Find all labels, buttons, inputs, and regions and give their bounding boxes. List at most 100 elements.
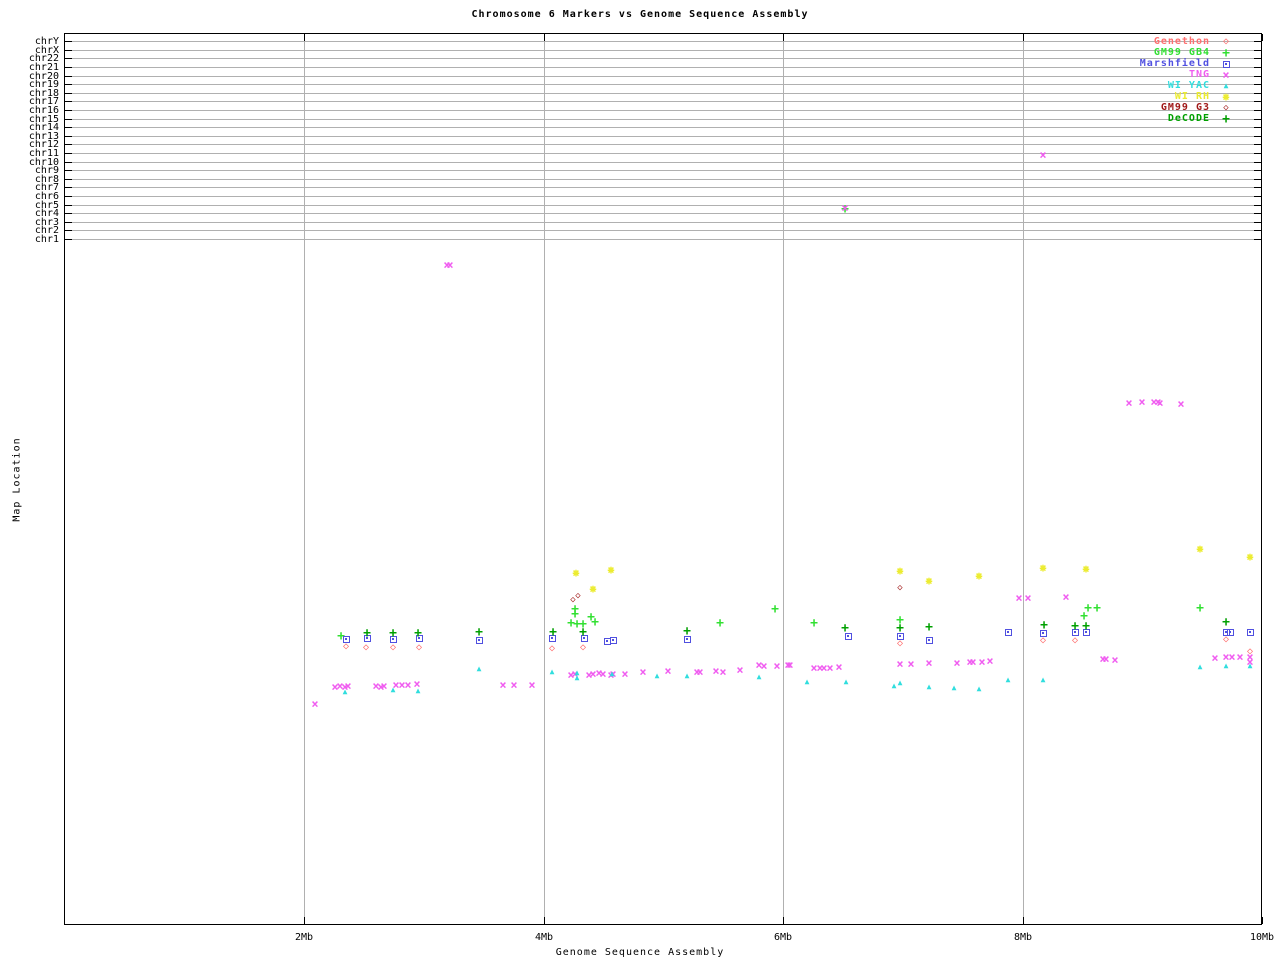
chromosome-gridline (66, 153, 1261, 154)
y-axis-tick-left (65, 93, 72, 94)
y-axis-tick-right (1254, 239, 1261, 240)
data-point-tng: × (1111, 653, 1119, 667)
x-axis-tick-top (304, 34, 305, 41)
data-point-wi-yac: ▲ (756, 672, 762, 681)
data-point-wi-yac: ▲ (1247, 661, 1253, 670)
x-axis-tick-bottom (1023, 917, 1024, 924)
x-axis-tick-label: 8Mb (1013, 932, 1033, 943)
data-point-tng: × (907, 657, 915, 671)
data-point-gm99-gb4: + (771, 601, 779, 617)
legend-label-decode: DeCODE (1167, 113, 1210, 124)
y-axis-tick-left (65, 230, 72, 231)
legend-label-wi-yac: WI YAC (1167, 80, 1210, 91)
data-point-marshfield (1001, 625, 1015, 639)
y-axis-tick-left (65, 179, 72, 180)
data-point-wi-rh: + × (589, 582, 597, 596)
data-point-tng: × (1125, 396, 1133, 410)
data-point-marshfield (606, 633, 620, 647)
data-point-wi-yac: ▲ (926, 682, 932, 691)
data-point-gm99-gb4: + (591, 614, 599, 630)
data-point-wi-yac: ▲ (342, 687, 348, 696)
data-point-tng: × (786, 658, 794, 672)
y-axis-tick-right (1254, 50, 1261, 51)
chromosome-gridline (66, 127, 1261, 128)
data-point-tng: × (621, 667, 629, 681)
y-axis-tick-left (65, 213, 72, 214)
data-point-decode: + (896, 620, 904, 636)
y-axis-tick-right (1254, 119, 1261, 120)
data-point-wi-rh: + × (607, 563, 615, 577)
y-axis-tick-left (65, 187, 72, 188)
y-axis-tick-right (1254, 127, 1261, 128)
legend-marker-decode: + (1222, 111, 1230, 127)
x-axis-tick-top (1023, 34, 1024, 41)
legend-label-gm99-g3: GM99 G3 (1160, 102, 1210, 113)
y-axis-tick-right (1254, 170, 1261, 171)
y-axis-tick-right (1254, 205, 1261, 206)
y-axis-tick-right (1254, 84, 1261, 85)
data-point-gm99-gb4: + (1093, 600, 1101, 616)
y-axis-tick-right (1254, 230, 1261, 231)
data-point-gm99-g3: ◇ (575, 590, 581, 601)
data-point-tng: × (953, 656, 961, 670)
chromosome-gridline (66, 213, 1261, 214)
mb-gridline (544, 34, 545, 924)
y-axis-tick-right (1254, 110, 1261, 111)
data-point-decode: + (549, 624, 557, 640)
chromosome-gridline (66, 179, 1261, 180)
chromosome-gridline (66, 187, 1261, 188)
y-axis-tick-left (65, 144, 72, 145)
x-axis-tick-label: 2Mb (294, 932, 314, 943)
data-point-wi-rh: + × (925, 574, 933, 588)
data-point-marshfield (922, 633, 936, 647)
legend-label-wi-rh: WI RH (1174, 91, 1210, 102)
mb-gridline (783, 34, 784, 924)
data-point-wi-yac: ▲ (476, 664, 482, 673)
y-axis-tick-right (1254, 101, 1261, 102)
y-axis-tick-label: chr1 (34, 234, 59, 245)
y-axis-tick-left (65, 41, 72, 42)
data-point-wi-yac: ▲ (1040, 675, 1046, 684)
y-axis-tick-left (65, 222, 72, 223)
y-axis-tick-left (65, 153, 72, 154)
chromosome-gridline (66, 239, 1261, 240)
data-point-marshfield (339, 632, 353, 646)
data-point-decode: + (389, 625, 397, 641)
y-axis-tick-left (65, 162, 72, 163)
x-axis-tick-label: 6Mb (773, 932, 793, 943)
data-point-tng: × (736, 663, 744, 677)
data-point-wi-yac: ▲ (609, 669, 615, 678)
x-axis-tick-top (1262, 34, 1263, 41)
y-axis-tick-right (1254, 222, 1261, 223)
y-axis-tick-left (65, 239, 72, 240)
data-point-decode: + (414, 625, 422, 641)
y-axis-tick-right (1254, 153, 1261, 154)
data-point-gm99-gb4: + (810, 615, 818, 631)
data-point-tng: × (841, 201, 849, 215)
chromosome-gridline (66, 170, 1261, 171)
chromosome-gridline (66, 205, 1261, 206)
data-point-gm99-gb4: + (1196, 600, 1204, 616)
data-point-wi-yac: ▲ (684, 671, 690, 680)
data-point-tng: × (986, 654, 994, 668)
data-point-wi-rh: + × (896, 564, 904, 578)
chromosome-gridline (66, 144, 1261, 145)
y-axis-tick-right (1254, 144, 1261, 145)
x-axis-tick-bottom (304, 917, 305, 924)
data-point-wi-yac: ▲ (415, 686, 421, 695)
y-axis-tick-right (1254, 196, 1261, 197)
data-point-tng: × (1156, 396, 1164, 410)
data-point-tng: × (1024, 591, 1032, 605)
data-point-wi-rh: + × (1082, 562, 1090, 576)
y-axis-tick-left (65, 50, 72, 51)
data-point-tng: × (510, 678, 518, 692)
y-axis-tick-left (65, 119, 72, 120)
x-axis-tick-top (544, 34, 545, 41)
y-axis-tick-left (65, 136, 72, 137)
data-point-decode: + (841, 620, 849, 636)
y-axis-tick-right (1254, 136, 1261, 137)
chromosome-gridline (66, 230, 1261, 231)
data-point-tng: × (446, 258, 454, 272)
data-point-tng: × (925, 656, 933, 670)
y-axis-title: Map Location (11, 437, 23, 522)
